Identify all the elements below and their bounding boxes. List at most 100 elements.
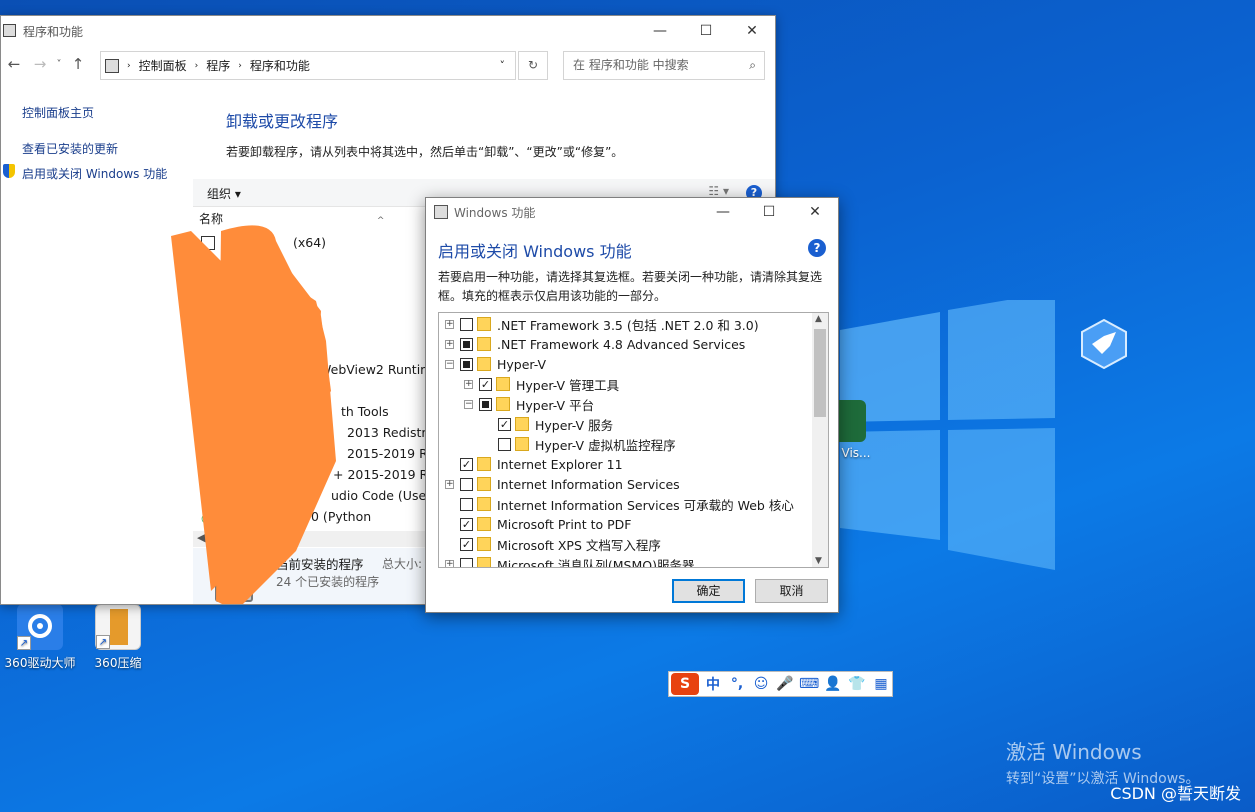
sogou-logo-icon[interactable]: S: [671, 673, 699, 695]
feature-checkbox[interactable]: [479, 397, 492, 411]
search-icon: ⌕: [749, 58, 756, 72]
cancel-button[interactable]: 取消: [755, 579, 828, 603]
feature-row[interactable]: + .NET Framework 4.8 Advanced Services: [445, 334, 745, 354]
feature-checkbox[interactable]: ✓: [460, 457, 473, 471]
expand-icon[interactable]: +: [445, 319, 454, 329]
folder-icon: [477, 357, 491, 371]
feature-row[interactable]: + Microsoft 消息队列(MSMQ)服务器: [445, 554, 694, 567]
breadcrumb-programs-features[interactable]: 程序和功能: [250, 57, 310, 74]
feature-checkbox[interactable]: [460, 497, 473, 511]
emoji-icon[interactable]: ☺: [751, 676, 771, 692]
up-arrow-icon[interactable]: ↑: [65, 55, 91, 73]
feature-row[interactable]: + .NET Framework 3.5 (包括 .NET 2.0 和 3.0): [445, 314, 759, 334]
collapse-icon[interactable]: −: [464, 399, 473, 409]
help-icon[interactable]: ?: [808, 239, 826, 257]
feature-checkbox[interactable]: [460, 317, 473, 331]
maximize-button[interactable]: ☐: [683, 23, 729, 39]
feature-checkbox[interactable]: ✓: [479, 377, 492, 391]
mic-icon[interactable]: 🎤: [775, 676, 795, 692]
refresh-button[interactable]: ↻: [518, 51, 548, 80]
feature-checkbox[interactable]: [460, 557, 473, 567]
ime-mode-toggle[interactable]: 中: [703, 674, 723, 694]
scroll-up-arrow-icon[interactable]: ▲: [815, 314, 822, 324]
dialog-description: 若要启用一种功能，请选择其复选框。若要关闭一种功能，请清除其复选框。填充的框表示…: [438, 270, 823, 303]
feature-checkbox[interactable]: [460, 357, 473, 371]
window-title: 程序和功能: [23, 24, 84, 39]
keyboard-icon[interactable]: ⌨: [799, 676, 819, 692]
feature-row[interactable]: ✓ Microsoft XPS 文档写入程序: [445, 534, 661, 554]
folder-icon: [477, 497, 491, 511]
scroll-down-arrow-icon[interactable]: ▼: [815, 556, 822, 566]
breadcrumb-control-panel[interactable]: 控制面板: [139, 57, 187, 74]
window-app-icon: [3, 24, 16, 37]
feature-checkbox[interactable]: ✓: [498, 417, 511, 431]
feature-label: Hyper-V 管理工具: [516, 377, 620, 393]
feature-checkbox[interactable]: [498, 437, 511, 451]
feature-checkbox[interactable]: ✓: [460, 537, 473, 551]
expand-icon[interactable]: +: [445, 479, 454, 489]
program-name: 2015-2019 Re: [347, 446, 435, 461]
sidebar-link-home[interactable]: 控制面板主页: [22, 104, 94, 121]
ime-toolbar[interactable]: S 中 °, ☺ 🎤 ⌨ 👤 👕 ▦: [668, 671, 893, 697]
feature-row[interactable]: ✓ Internet Explorer 11: [445, 454, 623, 474]
ok-button[interactable]: 确定: [672, 579, 745, 603]
title-bar[interactable]: 程序和功能 — ☐ ✕: [1, 16, 775, 46]
expand-icon[interactable]: +: [445, 339, 454, 349]
search-input[interactable]: 在 程序和功能 中搜索 ⌕: [563, 51, 765, 80]
breadcrumb-programs[interactable]: 程序: [206, 57, 230, 74]
forward-arrow-icon[interactable]: →: [27, 55, 53, 73]
feature-row[interactable]: + ✓ Hyper-V 管理工具: [464, 374, 619, 394]
feature-label: Hyper-V 服务: [535, 417, 614, 433]
close-button[interactable]: ✕: [792, 204, 838, 220]
breadcrumb-separator-icon: ›: [127, 60, 131, 71]
vertical-scrollbar[interactable]: ▲ ▼: [812, 313, 828, 567]
feature-row[interactable]: − Hyper-V: [445, 354, 546, 374]
feature-checkbox[interactable]: [460, 477, 473, 491]
sidebar-link-windows-features[interactable]: 启用或关闭 Windows 功能: [22, 165, 167, 182]
feature-row[interactable]: ✓ Microsoft Print to PDF: [445, 514, 631, 534]
shortcut-arrow-icon: ↗: [17, 636, 31, 650]
feature-checkbox[interactable]: ✓: [460, 517, 473, 531]
control-panel-icon: [105, 58, 119, 73]
folder-icon: [477, 477, 491, 491]
toolbox-icon[interactable]: ▦: [871, 676, 891, 692]
address-bar[interactable]: › 控制面板 › 程序 › 程序和功能 ˅: [100, 51, 516, 80]
address-dropdown-chevron-icon[interactable]: ˅: [500, 59, 506, 72]
desktop-icon-360-zip[interactable]: ↗ 360压缩: [78, 604, 158, 671]
close-button[interactable]: ✕: [729, 23, 775, 39]
shield-icon: [3, 164, 15, 178]
feature-checkbox[interactable]: [460, 337, 473, 351]
dialog-title-bar[interactable]: Windows 功能 — ☐ ✕: [426, 198, 838, 226]
feature-tree: + .NET Framework 3.5 (包括 .NET 2.0 和 3.0) +…: [438, 312, 829, 568]
ime-punct-toggle[interactable]: °,: [727, 676, 747, 692]
feature-label: Hyper-V 平台: [516, 397, 595, 413]
feature-label: Microsoft XPS 文档写入程序: [497, 537, 661, 553]
feature-row[interactable]: Hyper-V 虚拟机监控程序: [483, 434, 676, 454]
feature-row[interactable]: Internet Information Services 可承载的 Web 核…: [445, 494, 794, 514]
feature-row[interactable]: + Internet Information Services: [445, 474, 680, 494]
recent-locations-chevron-icon[interactable]: ˅: [53, 59, 65, 70]
skin-icon[interactable]: 👕: [847, 676, 867, 692]
view-options-icon[interactable]: ☷ ▾: [708, 184, 729, 198]
sidebar-link-installed-updates[interactable]: 查看已安装的更新: [22, 140, 118, 157]
bird-hexagon-icon[interactable]: [1078, 318, 1130, 370]
desktop-icon-360-driver[interactable]: ↗ 360驱动大师: [0, 604, 80, 671]
user-icon[interactable]: 👤: [823, 676, 843, 692]
feature-label: .NET Framework 4.8 Advanced Services: [497, 336, 746, 352]
csdn-watermark: CSDN @誓天断发: [1110, 784, 1241, 803]
collapse-icon[interactable]: −: [445, 359, 454, 369]
minimize-button[interactable]: —: [700, 204, 746, 220]
maximize-button[interactable]: ☐: [746, 204, 792, 220]
minimize-button[interactable]: —: [637, 23, 683, 39]
organize-menu-button[interactable]: 组织 ▾: [207, 185, 241, 202]
expand-icon[interactable]: +: [464, 379, 473, 389]
search-placeholder: 在 程序和功能 中搜索: [573, 58, 689, 72]
feature-row[interactable]: − Hyper-V 平台: [464, 394, 594, 414]
scrollbar-thumb[interactable]: [814, 329, 826, 417]
expand-icon[interactable]: +: [445, 559, 454, 567]
back-arrow-icon[interactable]: ←: [1, 55, 27, 73]
feature-row[interactable]: ✓ Hyper-V 服务: [483, 414, 613, 434]
